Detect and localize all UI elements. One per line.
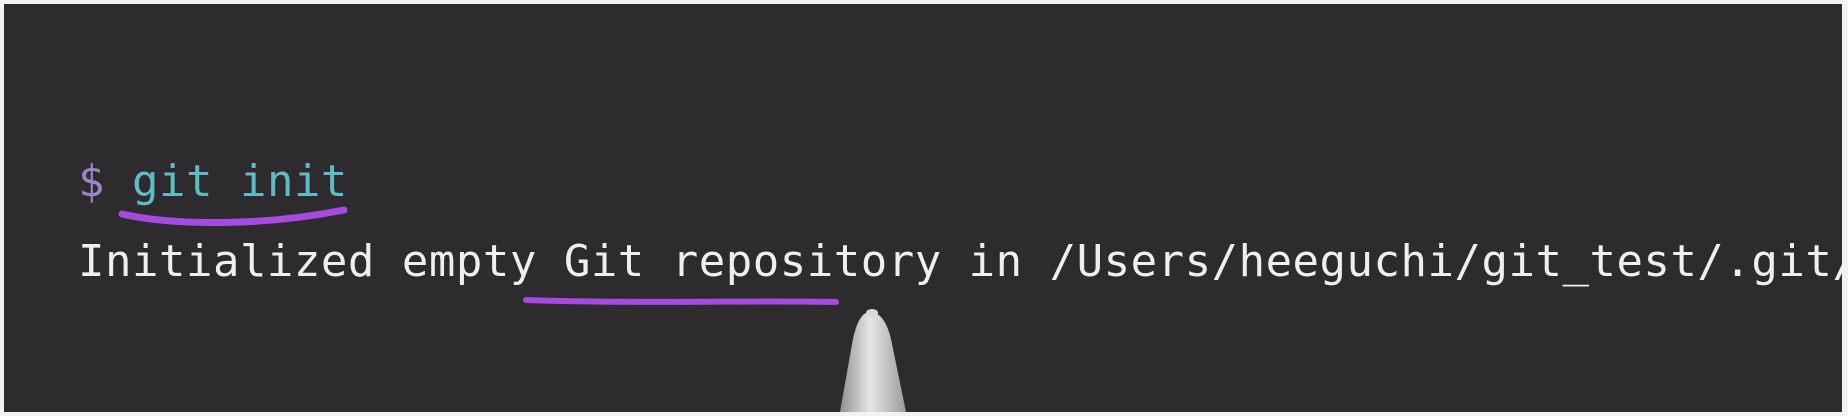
- stylus-pen-icon: [840, 309, 906, 412]
- terminal-window: $ git init Initialized empty Git reposit…: [4, 4, 1842, 412]
- underline-git-init: [118, 206, 348, 227]
- annotation-overlay: [118, 206, 906, 412]
- underline-git-repository: [523, 297, 839, 305]
